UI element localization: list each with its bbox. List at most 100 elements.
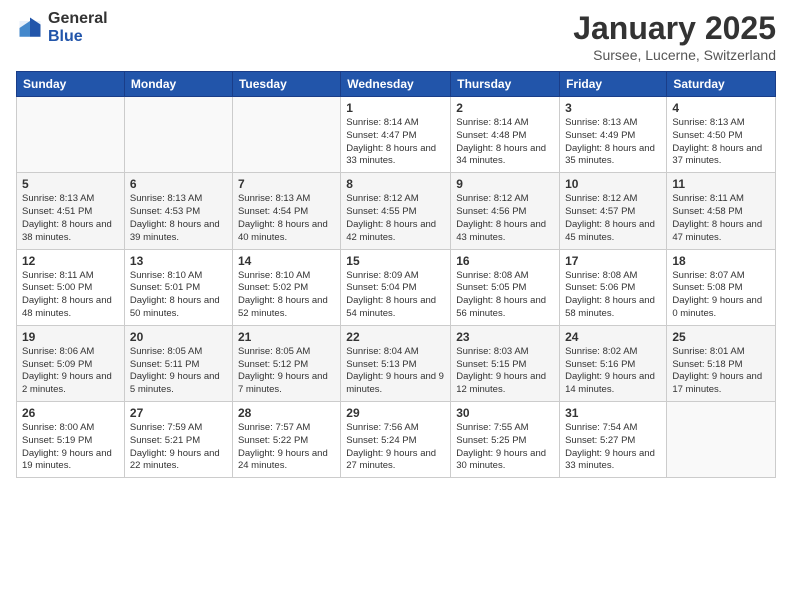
day-number: 29 xyxy=(346,406,445,420)
day-info: Sunrise: 8:14 AM Sunset: 4:47 PM Dayligh… xyxy=(346,117,445,168)
day-number: 31 xyxy=(565,406,661,420)
day-cell-w0-d6: 4 Sunrise: 8:13 AM Sunset: 4:50 PM Daylig… xyxy=(667,97,776,173)
header-sunday: Sunday xyxy=(17,72,125,97)
day-number: 26 xyxy=(22,406,119,420)
day-info: Sunrise: 8:13 AM Sunset: 4:51 PM Dayligh… xyxy=(22,193,119,244)
day-cell-w2-d0: 12 Sunrise: 8:11 AM Sunset: 5:00 PM Dayli… xyxy=(17,249,125,325)
day-number: 24 xyxy=(565,330,661,344)
day-number: 2 xyxy=(456,101,554,115)
title-block: January 2025 Sursee, Lucerne, Switzerlan… xyxy=(573,10,776,63)
day-info: Sunrise: 8:00 AM Sunset: 5:19 PM Dayligh… xyxy=(22,422,119,473)
day-number: 3 xyxy=(565,101,661,115)
day-number: 12 xyxy=(22,254,119,268)
day-cell-w2-d1: 13 Sunrise: 8:10 AM Sunset: 5:01 PM Dayli… xyxy=(124,249,232,325)
day-cell-w2-d3: 15 Sunrise: 8:09 AM Sunset: 5:04 PM Dayli… xyxy=(341,249,451,325)
day-cell-w1-d2: 7 Sunrise: 8:13 AM Sunset: 4:54 PM Daylig… xyxy=(232,173,340,249)
day-info: Sunrise: 8:01 AM Sunset: 5:18 PM Dayligh… xyxy=(672,346,770,397)
day-cell-w2-d4: 16 Sunrise: 8:08 AM Sunset: 5:05 PM Dayli… xyxy=(451,249,560,325)
day-number: 30 xyxy=(456,406,554,420)
day-info: Sunrise: 8:05 AM Sunset: 5:11 PM Dayligh… xyxy=(130,346,227,397)
day-info: Sunrise: 8:13 AM Sunset: 4:49 PM Dayligh… xyxy=(565,117,661,168)
header-thursday: Thursday xyxy=(451,72,560,97)
day-number: 9 xyxy=(456,177,554,191)
logo-icon xyxy=(16,14,44,42)
day-info: Sunrise: 8:04 AM Sunset: 5:13 PM Dayligh… xyxy=(346,346,445,397)
day-info: Sunrise: 8:11 AM Sunset: 4:58 PM Dayligh… xyxy=(672,193,770,244)
header-tuesday: Tuesday xyxy=(232,72,340,97)
day-info: Sunrise: 8:06 AM Sunset: 5:09 PM Dayligh… xyxy=(22,346,119,397)
day-cell-w1-d0: 5 Sunrise: 8:13 AM Sunset: 4:51 PM Daylig… xyxy=(17,173,125,249)
day-info: Sunrise: 7:56 AM Sunset: 5:24 PM Dayligh… xyxy=(346,422,445,473)
day-cell-w4-d0: 26 Sunrise: 8:00 AM Sunset: 5:19 PM Dayli… xyxy=(17,402,125,478)
day-number: 17 xyxy=(565,254,661,268)
day-cell-w1-d5: 10Sunrise: 8:12 AM Sunset: 4:57 PM Dayli… xyxy=(560,173,667,249)
header: General Blue January 2025 Sursee, Lucern… xyxy=(16,10,776,63)
day-number: 13 xyxy=(130,254,227,268)
week-row-0: 1 Sunrise: 8:14 AM Sunset: 4:47 PM Daylig… xyxy=(17,97,776,173)
day-cell-w3-d5: 24Sunrise: 8:02 AM Sunset: 5:16 PM Dayli… xyxy=(560,325,667,401)
header-wednesday: Wednesday xyxy=(341,72,451,97)
header-saturday: Saturday xyxy=(667,72,776,97)
day-cell-w1-d6: 11Sunrise: 8:11 AM Sunset: 4:58 PM Dayli… xyxy=(667,173,776,249)
day-info: Sunrise: 8:08 AM Sunset: 5:06 PM Dayligh… xyxy=(565,270,661,321)
day-info: Sunrise: 7:59 AM Sunset: 5:21 PM Dayligh… xyxy=(130,422,227,473)
logo-blue-text: Blue xyxy=(48,28,108,46)
day-cell-w4-d5: 31 Sunrise: 7:54 AM Sunset: 5:27 PM Dayli… xyxy=(560,402,667,478)
day-number: 4 xyxy=(672,101,770,115)
day-cell-w3-d6: 25Sunrise: 8:01 AM Sunset: 5:18 PM Dayli… xyxy=(667,325,776,401)
logo-text: General Blue xyxy=(48,10,108,45)
day-info: Sunrise: 8:08 AM Sunset: 5:05 PM Dayligh… xyxy=(456,270,554,321)
page: General Blue January 2025 Sursee, Lucern… xyxy=(0,0,792,612)
day-number: 15 xyxy=(346,254,445,268)
day-cell-w0-d4: 2 Sunrise: 8:14 AM Sunset: 4:48 PM Daylig… xyxy=(451,97,560,173)
day-number: 23 xyxy=(456,330,554,344)
week-row-2: 12 Sunrise: 8:11 AM Sunset: 5:00 PM Dayli… xyxy=(17,249,776,325)
day-info: Sunrise: 8:05 AM Sunset: 5:12 PM Dayligh… xyxy=(238,346,335,397)
day-info: Sunrise: 7:55 AM Sunset: 5:25 PM Dayligh… xyxy=(456,422,554,473)
day-cell-w1-d4: 9 Sunrise: 8:12 AM Sunset: 4:56 PM Daylig… xyxy=(451,173,560,249)
day-info: Sunrise: 8:13 AM Sunset: 4:50 PM Dayligh… xyxy=(672,117,770,168)
day-number: 19 xyxy=(22,330,119,344)
day-number: 18 xyxy=(672,254,770,268)
day-info: Sunrise: 8:13 AM Sunset: 4:54 PM Dayligh… xyxy=(238,193,335,244)
day-info: Sunrise: 8:12 AM Sunset: 4:56 PM Dayligh… xyxy=(456,193,554,244)
weekday-header-row: Sunday Monday Tuesday Wednesday Thursday… xyxy=(17,72,776,97)
day-info: Sunrise: 8:10 AM Sunset: 5:02 PM Dayligh… xyxy=(238,270,335,321)
day-info: Sunrise: 8:12 AM Sunset: 4:55 PM Dayligh… xyxy=(346,193,445,244)
week-row-4: 26 Sunrise: 8:00 AM Sunset: 5:19 PM Dayli… xyxy=(17,402,776,478)
day-number: 22 xyxy=(346,330,445,344)
logo-general-text: General xyxy=(48,10,108,28)
day-number: 7 xyxy=(238,177,335,191)
day-number: 14 xyxy=(238,254,335,268)
calendar-location: Sursee, Lucerne, Switzerland xyxy=(573,47,776,63)
day-cell-w2-d2: 14 Sunrise: 8:10 AM Sunset: 5:02 PM Dayli… xyxy=(232,249,340,325)
day-number: 28 xyxy=(238,406,335,420)
day-info: Sunrise: 8:14 AM Sunset: 4:48 PM Dayligh… xyxy=(456,117,554,168)
day-number: 16 xyxy=(456,254,554,268)
day-number: 1 xyxy=(346,101,445,115)
day-cell-w0-d5: 3 Sunrise: 8:13 AM Sunset: 4:49 PM Daylig… xyxy=(560,97,667,173)
day-info: Sunrise: 8:09 AM Sunset: 5:04 PM Dayligh… xyxy=(346,270,445,321)
day-cell-w2-d5: 17 Sunrise: 8:08 AM Sunset: 5:06 PM Dayli… xyxy=(560,249,667,325)
day-info: Sunrise: 8:11 AM Sunset: 5:00 PM Dayligh… xyxy=(22,270,119,321)
day-cell-w1-d3: 8Sunrise: 8:12 AM Sunset: 4:55 PM Daylig… xyxy=(341,173,451,249)
day-info: Sunrise: 8:10 AM Sunset: 5:01 PM Dayligh… xyxy=(130,270,227,321)
day-cell-w4-d3: 29 Sunrise: 7:56 AM Sunset: 5:24 PM Dayli… xyxy=(341,402,451,478)
day-info: Sunrise: 8:03 AM Sunset: 5:15 PM Dayligh… xyxy=(456,346,554,397)
day-number: 6 xyxy=(130,177,227,191)
day-cell-w3-d1: 20Sunrise: 8:05 AM Sunset: 5:11 PM Dayli… xyxy=(124,325,232,401)
calendar-table: Sunday Monday Tuesday Wednesday Thursday… xyxy=(16,71,776,478)
day-info: Sunrise: 7:54 AM Sunset: 5:27 PM Dayligh… xyxy=(565,422,661,473)
day-info: Sunrise: 8:13 AM Sunset: 4:53 PM Dayligh… xyxy=(130,193,227,244)
logo: General Blue xyxy=(16,10,108,45)
day-number: 5 xyxy=(22,177,119,191)
day-info: Sunrise: 7:57 AM Sunset: 5:22 PM Dayligh… xyxy=(238,422,335,473)
day-number: 10 xyxy=(565,177,661,191)
day-number: 21 xyxy=(238,330,335,344)
day-cell-w0-d2 xyxy=(232,97,340,173)
day-cell-w0-d1 xyxy=(124,97,232,173)
day-cell-w4-d4: 30 Sunrise: 7:55 AM Sunset: 5:25 PM Dayli… xyxy=(451,402,560,478)
day-cell-w1-d1: 6 Sunrise: 8:13 AM Sunset: 4:53 PM Daylig… xyxy=(124,173,232,249)
day-cell-w0-d3: 1 Sunrise: 8:14 AM Sunset: 4:47 PM Daylig… xyxy=(341,97,451,173)
header-monday: Monday xyxy=(124,72,232,97)
